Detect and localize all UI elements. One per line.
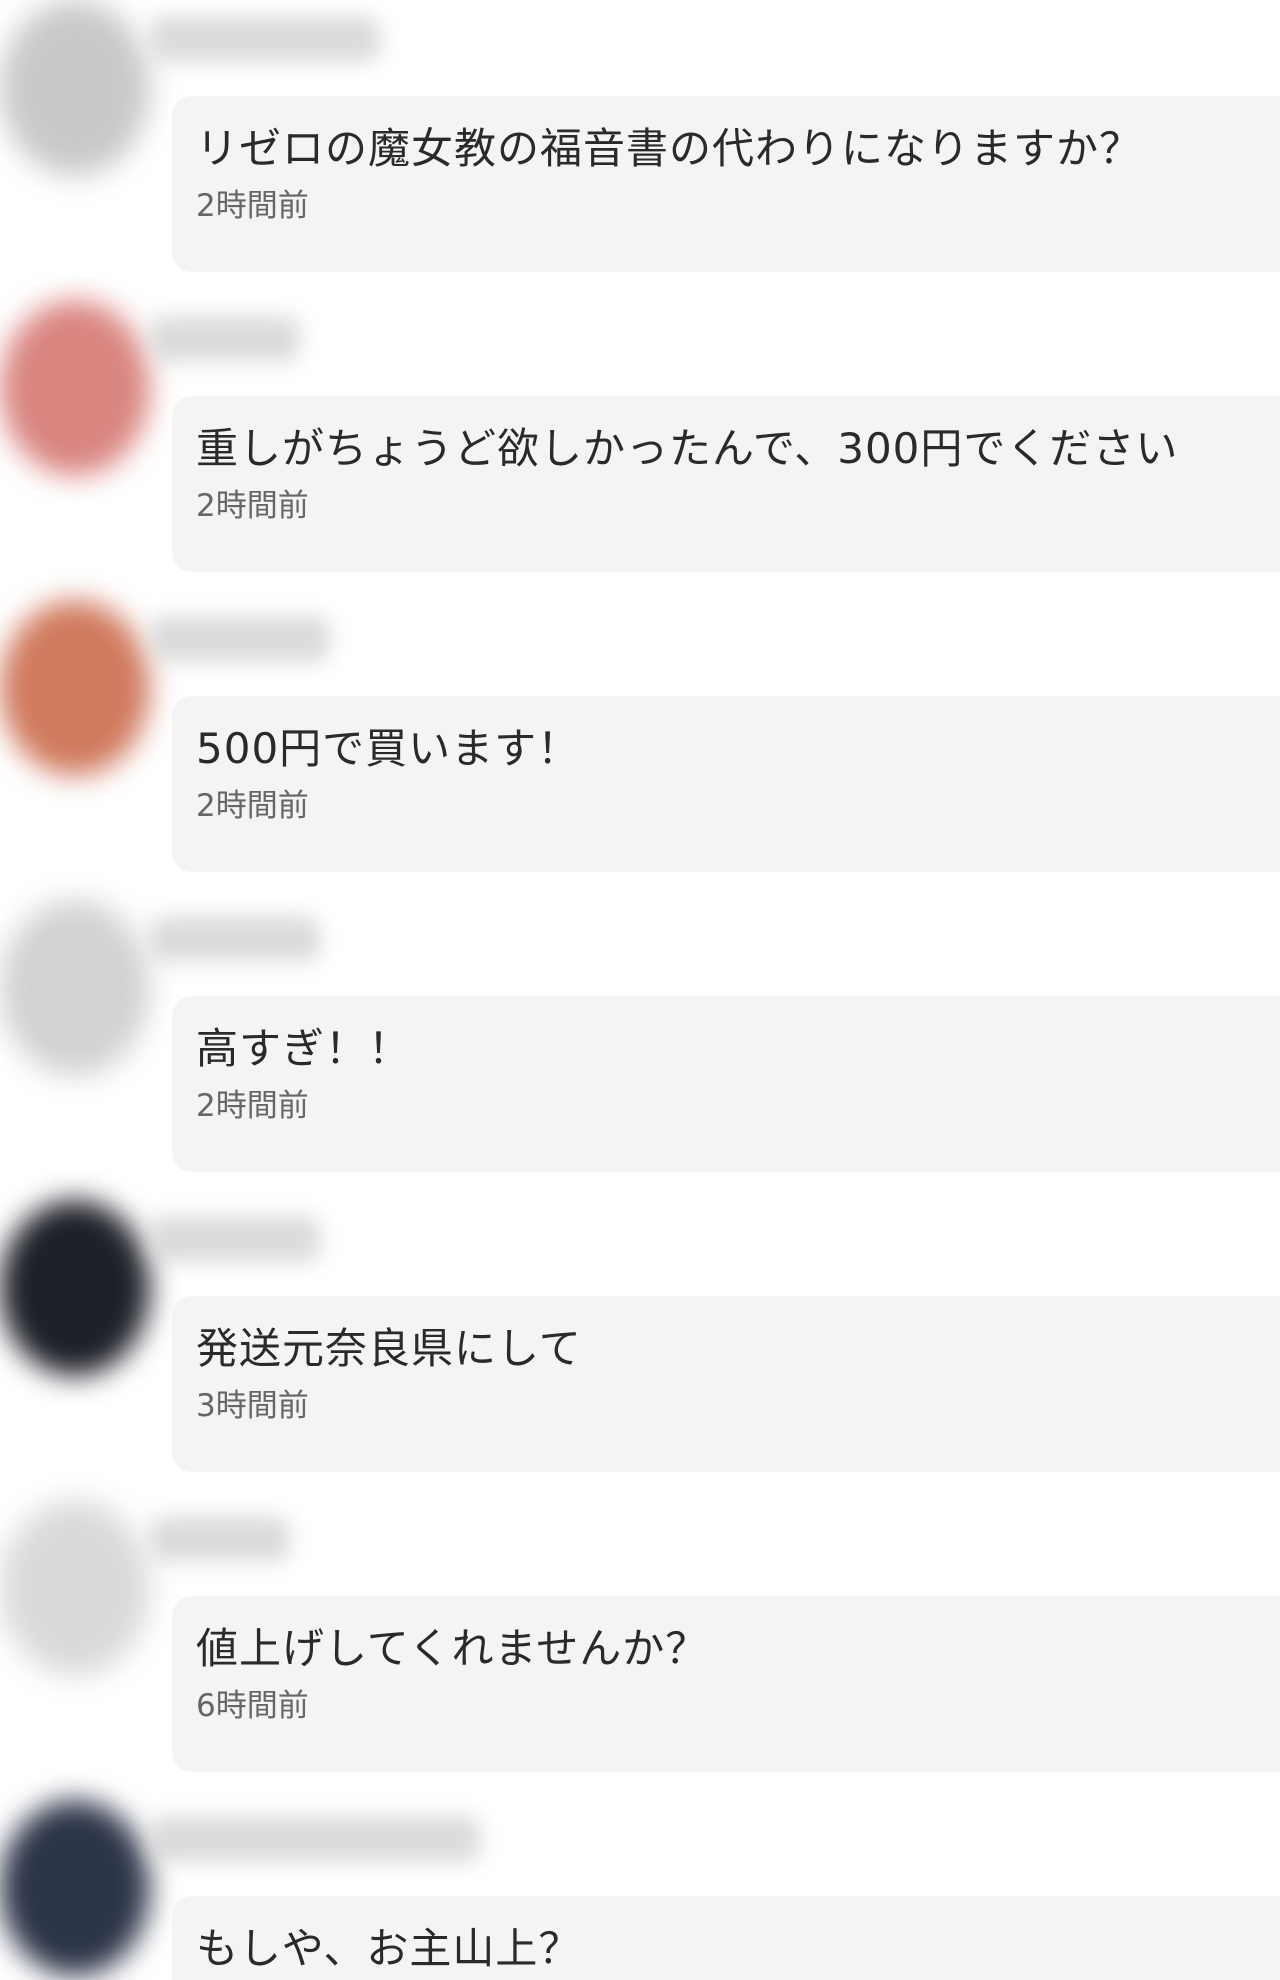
username[interactable] — [150, 316, 300, 362]
username[interactable] — [150, 616, 330, 662]
comment-item: リゼロの魔女教の福音書の代わりになりますか？ 2時間前 — [0, 0, 1280, 280]
comment-timestamp: 2時間前 — [196, 188, 309, 224]
comment-text: 高すぎ！！ — [196, 1024, 412, 1073]
username[interactable] — [150, 1216, 320, 1262]
comment-timestamp: 2時間前 — [196, 488, 309, 524]
comment-text: もしや、お主山上？ — [196, 1924, 582, 1973]
avatar[interactable] — [0, 1800, 150, 1976]
comment-timestamp: 3時間前 — [196, 1388, 309, 1424]
username[interactable] — [150, 1516, 290, 1562]
avatar[interactable] — [0, 300, 150, 476]
comment-list: リゼロの魔女教の福音書の代わりになりますか？ 2時間前 重しがちょうど欲しかった… — [0, 0, 1280, 1980]
comment-bubble: 重しがちょうど欲しかったんで、300円でください 2時間前 — [172, 396, 1280, 572]
comment-text: 500円で買います！ — [196, 724, 581, 773]
comment-text: 値上げしてくれませんか？ — [196, 1624, 709, 1673]
avatar[interactable] — [0, 0, 150, 176]
comment-bubble: 高すぎ！！ 2時間前 — [172, 996, 1280, 1172]
avatar[interactable] — [0, 600, 150, 776]
comment-bubble: もしや、お主山上？ — [172, 1896, 1280, 1980]
comment-item: 発送元奈良県にして 3時間前 — [0, 1200, 1280, 1480]
avatar[interactable] — [0, 1500, 150, 1676]
comment-text: 発送元奈良県にして — [196, 1324, 582, 1373]
comment-bubble: 値上げしてくれませんか？ 6時間前 — [172, 1596, 1280, 1772]
comment-bubble: 発送元奈良県にして 3時間前 — [172, 1296, 1280, 1472]
comment-item: 値上げしてくれませんか？ 6時間前 — [0, 1500, 1280, 1780]
comment-text: 重しがちょうど欲しかったんで、300円でください — [196, 424, 1179, 473]
comment-item: 重しがちょうど欲しかったんで、300円でください 2時間前 — [0, 300, 1280, 580]
username[interactable] — [150, 916, 320, 962]
comment-item: 500円で買います！ 2時間前 — [0, 600, 1280, 880]
comment-timestamp: 6時間前 — [196, 1688, 309, 1724]
comment-bubble: リゼロの魔女教の福音書の代わりになりますか？ 2時間前 — [172, 96, 1280, 272]
username[interactable] — [150, 16, 380, 62]
avatar[interactable] — [0, 1200, 150, 1376]
comment-bubble: 500円で買います！ 2時間前 — [172, 696, 1280, 872]
comment-item: もしや、お主山上？ — [0, 1800, 1280, 1980]
avatar[interactable] — [0, 900, 150, 1076]
username[interactable] — [150, 1816, 480, 1862]
comment-timestamp: 2時間前 — [196, 1088, 309, 1124]
comment-timestamp: 2時間前 — [196, 788, 309, 824]
comment-item: 高すぎ！！ 2時間前 — [0, 900, 1280, 1180]
comment-text: リゼロの魔女教の福音書の代わりになりますか？ — [196, 124, 1143, 173]
